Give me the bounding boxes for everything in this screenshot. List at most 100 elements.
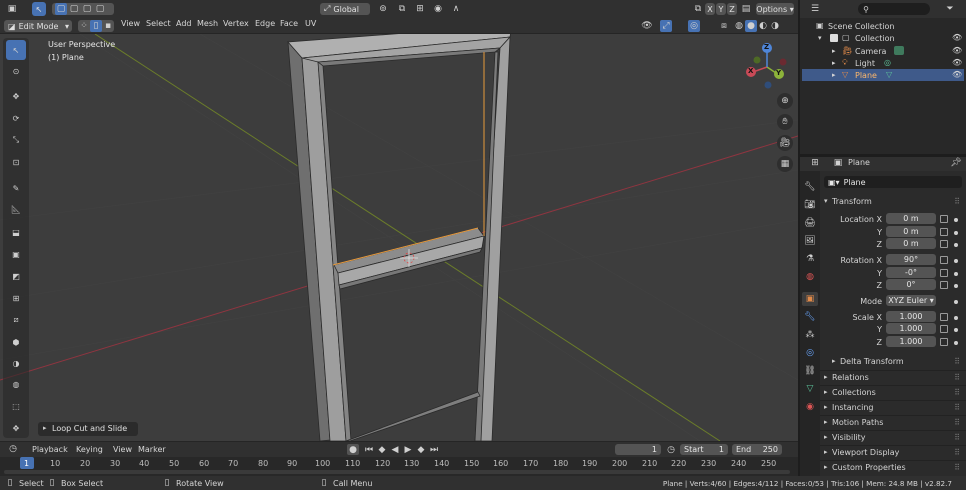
menu-edge[interactable]: Edge bbox=[255, 19, 275, 28]
outliner-collection[interactable]: ▾ ▢ Collection 👁︎ bbox=[802, 32, 964, 44]
preview-range-icon[interactable]: ◷ bbox=[665, 444, 677, 455]
menu-timeline-view[interactable]: View bbox=[113, 445, 132, 454]
shading-rendered-icon[interactable]: ◑ bbox=[769, 20, 781, 32]
snap-icon[interactable]: ⧉ bbox=[396, 3, 408, 15]
shading-wireframe-icon[interactable]: ◍ bbox=[733, 20, 745, 32]
rotation-mode-keyframe-icon[interactable] bbox=[954, 300, 958, 304]
rotation-z-lock-icon[interactable] bbox=[940, 281, 948, 289]
falloff-icon[interactable]: ∧ bbox=[447, 3, 465, 15]
options-dropdown[interactable]: Options ▾ bbox=[756, 3, 794, 15]
rotation-x-field[interactable]: 90° bbox=[886, 254, 936, 265]
tool-smooth-icon[interactable]: ◍ bbox=[6, 374, 26, 394]
viewport[interactable]: User Perspective (1) Plane Z X Y ⊕ ✋︎ 🎥︎… bbox=[0, 34, 798, 441]
outliner-item-camera[interactable]: ▸ 🎥︎ Camera 👁︎ bbox=[802, 45, 964, 57]
collections-drag-handle[interactable]: ⠿ bbox=[954, 388, 960, 397]
edge-select-icon[interactable]: ▯ bbox=[90, 20, 102, 32]
tab-constraints-icon[interactable]: ⛓︎ bbox=[803, 364, 817, 378]
tool-select-box-icon[interactable]: ↖ bbox=[6, 40, 26, 60]
tab-modifier-icon[interactable]: 🔧︎ bbox=[803, 310, 817, 324]
transform-drag-handle[interactable]: ⠿ bbox=[954, 197, 960, 206]
timeline-editor-icon[interactable]: ◷ bbox=[4, 443, 22, 455]
tool-annotate-icon[interactable]: ✎ bbox=[6, 178, 26, 198]
timeline-scrollbar[interactable] bbox=[4, 470, 790, 474]
menu-view[interactable]: View bbox=[121, 19, 140, 28]
location-x-keyframe-icon[interactable] bbox=[954, 218, 958, 222]
tool-measure-icon[interactable]: 📐︎ bbox=[6, 199, 26, 219]
rotation-z-field[interactable]: 0° bbox=[886, 279, 936, 290]
overlay-toggle-icon[interactable]: ◎ bbox=[688, 20, 700, 32]
location-y-field[interactable]: 0 m bbox=[886, 226, 936, 237]
jump-end-icon[interactable]: ⏭ bbox=[428, 444, 440, 455]
visibility-icon[interactable]: 👁︎ bbox=[638, 20, 656, 32]
ortho-grid-icon[interactable]: ▦ bbox=[777, 156, 793, 172]
tab-view-layer-icon[interactable]: 🖼︎ bbox=[803, 234, 817, 248]
tool-poly-build-icon[interactable]: ⬢ bbox=[6, 332, 26, 352]
tool-cursor-icon[interactable]: ⊙ bbox=[6, 61, 26, 81]
tool-transform-icon[interactable]: ⊡ bbox=[6, 152, 26, 172]
tab-material-icon[interactable]: ◉ bbox=[803, 400, 817, 414]
snap-target-icon[interactable]: ⊞ bbox=[410, 3, 430, 15]
select-extend-icon[interactable]: ▢ bbox=[68, 3, 80, 15]
rotation-y-field[interactable]: -0° bbox=[886, 267, 936, 278]
menu-vertex[interactable]: Vertex bbox=[223, 19, 249, 28]
rotation-x-keyframe-icon[interactable] bbox=[954, 259, 958, 263]
scale-y-field[interactable]: 1.000 bbox=[886, 323, 936, 334]
gizmo-toggle-icon[interactable]: ⤢ bbox=[660, 20, 672, 32]
mirror-z-button[interactable]: Z bbox=[727, 3, 737, 15]
scale-x-keyframe-icon[interactable] bbox=[954, 316, 958, 320]
object-name-field[interactable]: ▣▾ Plane bbox=[824, 176, 962, 188]
tool-scale-icon[interactable]: ⤡ bbox=[6, 130, 26, 150]
tool-spin-icon[interactable]: ◑ bbox=[6, 353, 26, 373]
last-operator-panel[interactable]: ▸ Loop Cut and Slide bbox=[38, 422, 138, 436]
rotation-x-lock-icon[interactable] bbox=[940, 256, 948, 264]
select-tool-icon[interactable]: ↖ bbox=[32, 2, 46, 16]
tab-data-icon[interactable]: ▽ bbox=[803, 382, 817, 396]
location-z-field[interactable]: 0 m bbox=[886, 238, 936, 249]
tool-rip-icon[interactable]: ✥ bbox=[6, 418, 26, 438]
scale-x-field[interactable]: 1.000 bbox=[886, 311, 936, 322]
mode-dropdown[interactable]: ◪ Edit Mode ▾ bbox=[4, 20, 72, 32]
scale-z-field[interactable]: 1.000 bbox=[886, 336, 936, 347]
menu-add[interactable]: Add bbox=[176, 19, 192, 28]
rotation-z-keyframe-icon[interactable] bbox=[954, 284, 958, 288]
editor-type-icon[interactable]: ▣ bbox=[4, 2, 20, 16]
menu-marker[interactable]: Marker bbox=[138, 445, 166, 454]
location-x-lock-icon[interactable] bbox=[940, 215, 948, 223]
tool-rotate-icon[interactable]: ⟳ bbox=[6, 108, 26, 128]
play-icon[interactable]: ▶ bbox=[402, 444, 414, 455]
tool-loop-cut-icon[interactable]: ⊞ bbox=[6, 288, 26, 308]
plane-eye-icon[interactable]: 👁︎ bbox=[952, 70, 962, 79]
location-z-lock-icon[interactable] bbox=[940, 240, 948, 248]
tool-shear-icon[interactable]: ⬚ bbox=[6, 396, 26, 416]
record-icon[interactable]: ● bbox=[347, 444, 359, 455]
scale-z-lock-icon[interactable] bbox=[940, 338, 948, 346]
pin-icon[interactable]: 📌︎ bbox=[950, 157, 962, 169]
transform-orientation-dropdown[interactable]: ⤢ Global bbox=[320, 3, 370, 15]
start-frame-field[interactable]: Start 1 bbox=[680, 444, 728, 455]
end-frame-field[interactable]: End 250 bbox=[732, 444, 782, 455]
rotation-y-lock-icon[interactable] bbox=[940, 269, 948, 277]
auto-merge-icon[interactable]: ▤ bbox=[740, 3, 752, 15]
menu-face[interactable]: Face bbox=[280, 19, 298, 28]
current-frame-field[interactable]: 1 bbox=[615, 444, 661, 455]
tool-bevel-icon[interactable]: ◩ bbox=[6, 266, 26, 286]
filter-icon[interactable]: ⏷ bbox=[940, 3, 960, 15]
outliner-editor-icon[interactable]: ☰ bbox=[806, 3, 824, 15]
xray-icon[interactable]: ⧈ bbox=[718, 20, 730, 32]
tab-render-icon[interactable]: 📷︎ bbox=[803, 198, 817, 212]
camera-eye-icon[interactable]: 👁︎ bbox=[952, 46, 962, 55]
location-y-lock-icon[interactable] bbox=[940, 228, 948, 236]
menu-mesh[interactable]: Mesh bbox=[197, 19, 218, 28]
scale-y-lock-icon[interactable] bbox=[940, 325, 948, 333]
visibility-drag-handle[interactable]: ⠿ bbox=[954, 433, 960, 442]
relations-drag-handle[interactable]: ⠿ bbox=[954, 373, 960, 382]
light-eye-icon[interactable]: 👁︎ bbox=[952, 58, 962, 67]
camera-view-icon[interactable]: 🎥︎ bbox=[777, 135, 793, 151]
scale-x-lock-icon[interactable] bbox=[940, 313, 948, 321]
outliner-item-light[interactable]: ▸ 💡︎ Light ◎ 👁︎ bbox=[802, 57, 964, 69]
tool-move-icon[interactable]: ✥ bbox=[6, 86, 26, 106]
select-invert-icon[interactable]: ▢ bbox=[94, 3, 106, 15]
location-z-keyframe-icon[interactable] bbox=[954, 243, 958, 247]
collection-eye-icon[interactable]: 👁︎ bbox=[952, 33, 962, 42]
tab-scene-icon[interactable]: ⚗︎ bbox=[803, 252, 817, 266]
